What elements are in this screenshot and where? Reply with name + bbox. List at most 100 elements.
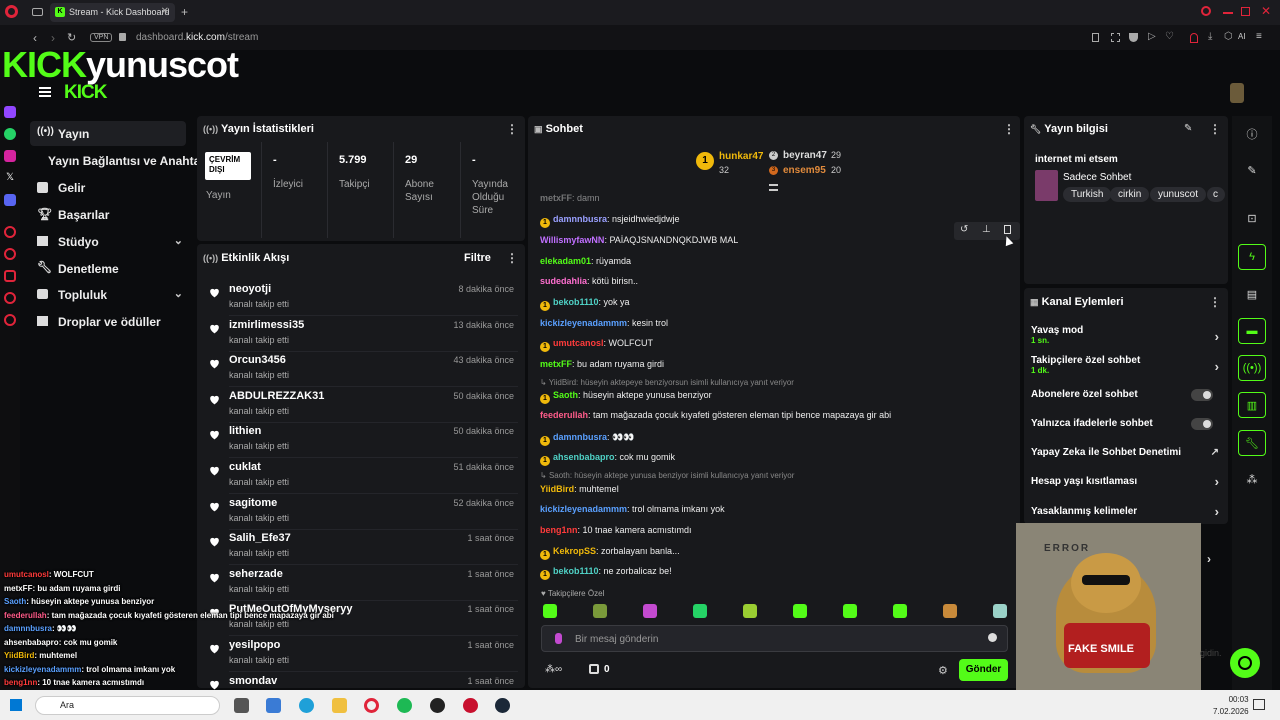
filter-button[interactable]: Filtre (464, 252, 491, 264)
heart-icon[interactable]: ♡ (1165, 31, 1174, 42)
reload-icon[interactable]: ↻ (67, 31, 76, 44)
chat-settings-gear-icon[interactable]: ⚙ (938, 664, 948, 677)
obs-icon[interactable] (430, 698, 445, 713)
chat-message[interactable]: metxFF: damn (540, 193, 600, 203)
chat-more-icon[interactable]: ⋮ (1003, 122, 1015, 136)
reply-icon[interactable]: ↺ (960, 224, 968, 235)
chat-username[interactable]: damnnbusra (553, 432, 607, 442)
chat-username[interactable]: sudedahlia (540, 276, 587, 286)
activity-username[interactable]: smondav (229, 675, 277, 687)
task-view-icon[interactable] (234, 698, 249, 713)
nav-item-yayin[interactable]: ((•)) Yayın (30, 121, 186, 146)
whatsapp-icon[interactable] (4, 128, 16, 140)
activity-item[interactable]: cuklat kanalı takip etti 51 dakika önce (208, 459, 518, 495)
top-gifter-2-name[interactable]: beyran47 (783, 150, 827, 161)
chat-message[interactable]: kickizleyenadammm: kesin trol (540, 318, 668, 328)
chat-message[interactable]: beng1nn: 10 tnae kamera acmıstımdı (540, 525, 692, 535)
chat-username[interactable]: damnnbusra (553, 214, 607, 224)
channel-action-row[interactable]: Yalnızca ifadelerle sohbet (1031, 418, 1221, 430)
nav-item-gelir[interactable]: Gelir (30, 175, 195, 200)
chat-username[interactable]: beng1nn (540, 525, 578, 535)
chat-message[interactable]: 1 bekob1110: ne zorbalicaz be! (540, 566, 672, 580)
chat-username[interactable]: feederullah (540, 410, 588, 420)
chat-message[interactable]: YiidBird: muhtemel (540, 484, 619, 494)
activity-item[interactable]: sagitome kanalı takip etti 52 dakika önce (208, 495, 518, 531)
emote-icon[interactable] (893, 604, 907, 618)
activity-item[interactable]: ABDULREZZAK31 kanalı takip etti 50 dakika … (208, 388, 518, 424)
chat-message[interactable]: 1 Saoth: hüseyin aktepe yunusa benziyor (540, 390, 712, 404)
opera-taskbar-icon[interactable] (364, 698, 379, 713)
extensions-icon[interactable]: ⬡ (1224, 31, 1233, 42)
emote-icon[interactable] (743, 604, 757, 618)
chat-icon[interactable]: ▬ (1238, 318, 1266, 344)
chat-message[interactable]: 1 damnnbusra: 👀👀 (540, 432, 634, 446)
nav-item-droplar[interactable]: Droplar ve ödüller (30, 309, 195, 334)
info-icon[interactable]: ⓘ (1238, 120, 1266, 146)
hamburger-menu-icon[interactable] (39, 87, 51, 97)
close-tab-icon[interactable]: ✕ (161, 6, 169, 17)
browser-menu-icon[interactable]: ≡ (1256, 31, 1262, 42)
emote-icon[interactable] (693, 604, 707, 618)
chevron-right-icon[interactable]: › (1207, 552, 1211, 566)
chat-username[interactable]: KekropSS (553, 546, 596, 556)
chat-message[interactable]: feederullah: tam mağazada çocuk kıyafeti… (540, 410, 891, 420)
chat-username[interactable]: kickizleyenadammm (540, 318, 627, 328)
stats-more-icon[interactable]: ⋮ (506, 122, 518, 136)
category-name[interactable]: Sadece Sohbet (1063, 172, 1131, 183)
chat-username[interactable]: metxFF (540, 359, 572, 369)
history-icon[interactable] (4, 226, 16, 238)
channel-action-row[interactable]: Yasaklanmış kelimeler › (1031, 504, 1221, 519)
chat-message[interactable]: 1 ahsenbabapro: cok mu gomik (540, 452, 675, 466)
activity-username[interactable]: izmirlimessi35 (229, 319, 304, 331)
windows-start-icon[interactable] (10, 699, 22, 711)
channel-action-row[interactable]: Abonelere özel sohbet (1031, 389, 1221, 401)
emote-icon[interactable] (993, 604, 1007, 618)
forward-icon[interactable]: › (51, 31, 55, 45)
emote-icon[interactable] (543, 604, 557, 618)
opera-icon[interactable] (5, 5, 18, 18)
bookmark-icon[interactable] (1092, 33, 1099, 42)
taskbar-search[interactable]: Ara (35, 696, 220, 715)
chat-username[interactable]: YiidBird (540, 484, 574, 494)
wrench-icon[interactable]: 🔧︎ (1238, 430, 1266, 456)
instagram-icon[interactable] (4, 150, 16, 162)
chat-message[interactable]: sudedahlia: kötü birisn.. (540, 276, 638, 286)
channel-action-row[interactable]: Yapay Zeka ile Sohbet Denetimi ↗ (1031, 447, 1221, 458)
twitch-icon[interactable] (4, 106, 16, 118)
media-player-icon[interactable] (463, 698, 478, 713)
chat-username[interactable]: bekob1110 (553, 566, 599, 576)
chat-message[interactable]: metxFF: bu adam ruyama girdi (540, 359, 664, 369)
chat-username[interactable]: ahsenbabapro (553, 452, 615, 462)
chat-message[interactable]: 1 damnnbusra: nsjeidhwiedjdwje (540, 214, 680, 228)
chat-username[interactable]: bekob1110 (553, 297, 599, 307)
expand-leaderboard-icon[interactable] (769, 184, 778, 191)
channel-action-row[interactable]: Yavaş mod 1 sn. › (1031, 325, 1221, 345)
file-explorer-icon[interactable] (332, 698, 347, 713)
chat-message[interactable]: 1 KekropSS: zorbalayanı banla... (540, 546, 680, 560)
new-tab-button[interactable]: + (181, 5, 188, 19)
activity-item[interactable]: neoyotji kanalı takip etti 8 dakika önce (208, 281, 518, 317)
url-text[interactable]: dashboard.kick.com/stream (136, 32, 258, 43)
chat-input[interactable]: Bir mesaj gönderin (541, 625, 1008, 652)
emote-icon[interactable] (793, 604, 807, 618)
mail-icon[interactable] (266, 698, 281, 713)
emote-icon[interactable] (593, 604, 607, 618)
activity-username[interactable]: ABDULREZZAK31 (229, 390, 324, 402)
activity-username[interactable]: Salih_Efe37 (229, 532, 291, 544)
lightning-icon[interactable]: ϟ (1238, 244, 1266, 270)
activity-item[interactable]: yesilpopo kanalı takip etti 1 saat önce (208, 637, 518, 673)
support-button[interactable] (1230, 648, 1260, 678)
activity-username[interactable]: sagitome (229, 497, 277, 509)
vpn-badge[interactable]: VPN (90, 33, 113, 42)
actions-more-icon[interactable]: ⋮ (1209, 295, 1221, 309)
send-button[interactable]: Gönder (959, 659, 1008, 681)
activity-username[interactable]: yesilpopo (229, 639, 280, 651)
activity-username[interactable]: cuklat (229, 461, 261, 473)
chat-message[interactable]: WillismyfawNN: PAİAQJSNANDNQKDJWB MAL (540, 235, 738, 245)
chat-username[interactable]: Saoth (553, 390, 578, 400)
tab-kick-dashboard[interactable]: K Stream - Kick Dashboard ✕ (50, 3, 175, 22)
send-icon[interactable] (4, 292, 16, 304)
capture-icon[interactable]: ⊡ (1238, 206, 1266, 232)
mic-icon[interactable] (555, 633, 562, 644)
edge-icon[interactable] (299, 698, 314, 713)
